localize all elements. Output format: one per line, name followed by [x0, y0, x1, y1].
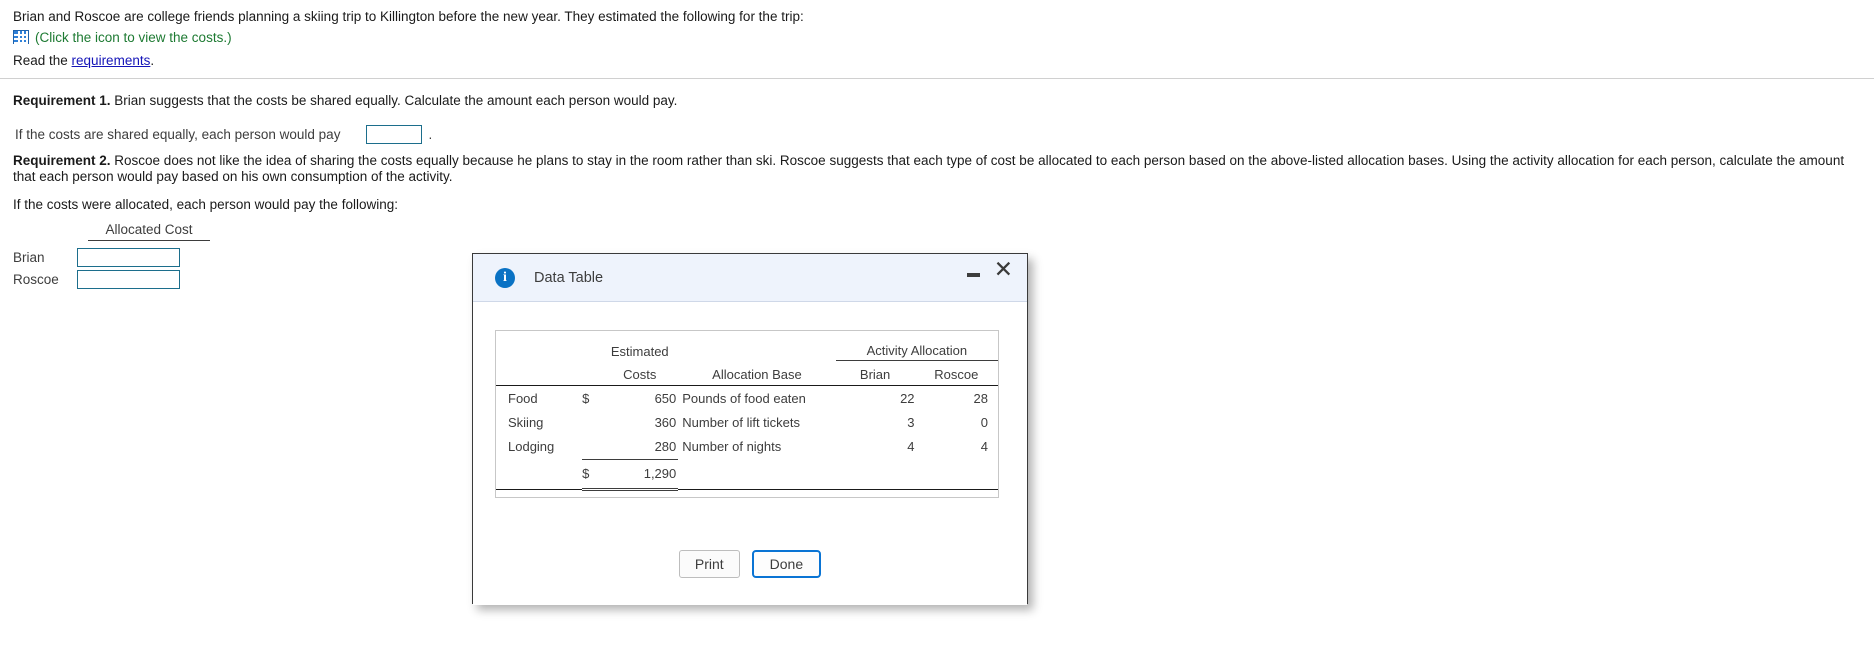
row-label-roscoe: Roscoe: [13, 272, 59, 287]
dialog-button-bar: Print Done: [473, 550, 1027, 578]
cell-brian-allocation: 3: [907, 414, 915, 430]
cell-dollar-sign: [582, 434, 604, 460]
cell-cost-label: Skiing: [508, 414, 544, 430]
requirement-2-label: Requirement 2.: [13, 153, 111, 168]
requirement-1-body: Brian suggests that the costs be shared …: [110, 93, 678, 108]
column-header-costs: Costs: [603, 360, 679, 386]
grid-table-icon[interactable]: [13, 30, 29, 44]
cell-allocation-base: Number of nights: [682, 439, 782, 455]
spacer-cell: [582, 336, 603, 361]
table-row: Skiing 360 Number of lift tickets 3 0: [496, 410, 998, 434]
dialog-header: i Data Table ✕: [473, 254, 1027, 302]
read-suffix: .: [150, 53, 155, 68]
cell-dollar-sign: [582, 410, 603, 434]
cell-total-dollar-sign: $: [582, 459, 604, 491]
close-icon[interactable]: ✕: [994, 258, 1013, 281]
cell-roscoe-allocation: 0: [980, 414, 988, 430]
view-costs-line: (Click the icon to view the costs.): [13, 28, 232, 46]
cell-allocation-base: Number of lift tickets: [682, 414, 801, 430]
dialog-body: Estimated Activity Allocation Costs Allo…: [473, 302, 1027, 605]
column-header-allocation-base: Allocation Base: [678, 360, 836, 386]
cost-data-table: Estimated Activity Allocation Costs Allo…: [495, 330, 999, 498]
spacer-cell: [496, 336, 582, 361]
header-estimated: Estimated: [610, 343, 669, 359]
worksheet-page: Brian and Roscoe are college friends pla…: [0, 0, 1874, 648]
requirement-2-answer-prompt: If the costs were allocated, each person…: [13, 197, 398, 212]
requirement-2-text: Requirement 2. Roscoe does not like the …: [13, 153, 1869, 185]
allocated-cost-input-brian[interactable]: [77, 248, 180, 267]
section-divider: [0, 78, 1874, 79]
requirement-2-body: Roscoe does not like the idea of sharing…: [13, 153, 1845, 184]
equal-share-amount-input[interactable]: [366, 125, 423, 144]
cell-roscoe-allocation: 4: [980, 439, 988, 455]
dialog-window-controls: ✕: [966, 258, 1013, 281]
spacer-cell: [582, 360, 604, 386]
requirement-1-period: .: [428, 127, 433, 142]
minimize-icon[interactable]: [966, 272, 980, 277]
table-total-row: $ 1,290: [496, 459, 998, 491]
column-header-roscoe: Roscoe: [914, 360, 998, 386]
allocated-cost-input-roscoe[interactable]: [77, 270, 180, 289]
read-requirements-line: Read the requirements.: [13, 53, 154, 68]
table-row: Food $ 650 Pounds of food eaten 22 28: [496, 386, 998, 411]
cell-allocation-base: Pounds of food eaten: [682, 390, 806, 406]
print-button[interactable]: Print: [678, 550, 740, 578]
requirement-1-answer-row: If the costs are shared equally, each pe…: [15, 125, 432, 144]
spacer-cell: [496, 489, 998, 497]
spacer-cell: [496, 360, 583, 386]
spacer-cell: [496, 460, 582, 490]
dialog-title: Data Table: [534, 269, 604, 286]
table-row: Lodging 280 Number of nights 4 4: [496, 434, 998, 460]
cell-cost-label: Lodging: [508, 439, 555, 455]
view-costs-caption[interactable]: (Click the icon to view the costs.): [35, 30, 232, 45]
cell-estimated-cost: 360: [654, 414, 677, 430]
spacer-cell: [678, 460, 835, 490]
spacer-cell: [915, 460, 998, 490]
table-header-row: Costs Allocation Base Brian Roscoe: [496, 360, 998, 386]
table-bottom-border-row: [496, 489, 998, 497]
cell-brian-allocation: 4: [907, 439, 915, 455]
table-group-header-row: Estimated Activity Allocation: [496, 336, 998, 361]
table-row: Roscoe: [13, 270, 180, 289]
cell-estimated-cost: 650: [654, 390, 677, 406]
spacer-cell: [836, 460, 915, 490]
data-table-dialog: i Data Table ✕ Estimated Activity Alloca…: [472, 253, 1028, 605]
header-activity-allocation: Activity Allocation: [835, 336, 998, 361]
info-icon: i: [495, 267, 515, 288]
requirement-1-text: Requirement 1. Brian suggests that the c…: [13, 93, 677, 108]
table-row: Brian: [13, 248, 180, 267]
read-prefix: Read the: [13, 53, 72, 68]
cell-roscoe-allocation: 28: [973, 390, 988, 406]
requirements-link[interactable]: requirements: [72, 53, 151, 68]
allocated-cost-header: Allocated Cost: [88, 222, 210, 241]
problem-intro: Brian and Roscoe are college friends pla…: [13, 9, 804, 24]
cell-total-cost: 1,290: [603, 459, 679, 491]
done-button[interactable]: Done: [751, 550, 822, 578]
spacer-cell: [678, 336, 835, 361]
cell-cost-label: Food: [508, 390, 538, 406]
requirement-1-answer-prompt: If the costs are shared equally, each pe…: [15, 127, 341, 142]
cell-estimated-cost: 280: [603, 434, 679, 460]
cell-dollar-sign: $: [582, 390, 590, 406]
requirement-1-label: Requirement 1.: [13, 93, 111, 108]
column-header-brian: Brian: [835, 360, 915, 386]
cell-brian-allocation: 22: [900, 390, 915, 406]
row-label-brian: Brian: [13, 250, 45, 265]
